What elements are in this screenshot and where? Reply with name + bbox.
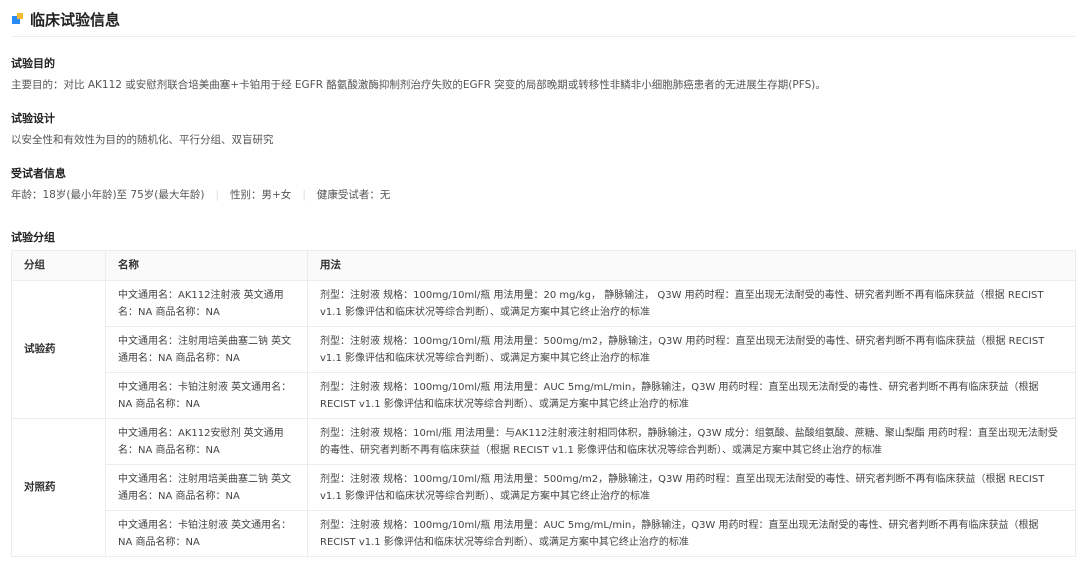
subject-healthy: 健康受试者：无 [316, 189, 391, 201]
drug-usage-cell: 剂型：注射液 规格：10ml/瓶 用法用量：与AK112注射液注射相同体积，静脉… [307, 418, 1076, 465]
subjects-info: 年龄：18岁(最小年龄)至 75岁(最大年龄) | 性别：男+女 | 健康受试者：无 [11, 187, 390, 202]
drug-usage-cell: 剂型：注射液 规格：100mg/10ml/瓶 用法用量：20 mg/kg， 静脉… [307, 280, 1076, 327]
column-header-name: 名称 [105, 250, 308, 281]
subject-age: 年龄：18岁(最小年龄)至 75岁(最大年龄) [11, 189, 205, 201]
table-header-row: 分组 名称 用法 [11, 250, 1076, 281]
info-separator: | [215, 189, 219, 201]
group-label-trial-drug: 试验药 [11, 280, 106, 419]
page-title: 临床试验信息 [30, 10, 121, 29]
table-row: 对照药 中文通用名：AK112安慰剂 英文通用名：NA 商品名称：NA 剂型：注… [11, 418, 1076, 557]
drug-name-cell: 中文通用名：卡铂注射液 英文通用名：NA 商品名称：NA [105, 372, 308, 419]
group-label-control-drug: 对照药 [11, 418, 106, 557]
objective-heading: 试验目的 [11, 57, 55, 70]
drug-name-cell: 中文通用名：AK112安慰剂 英文通用名：NA 商品名称：NA [105, 418, 308, 465]
drug-usage-cell: 剂型：注射液 规格：100mg/10ml/瓶 用法用量：AUC 5mg/mL/m… [307, 510, 1076, 557]
drug-name-cell: 中文通用名：卡铂注射液 英文通用名：NA 商品名称：NA [105, 510, 308, 557]
section-header: 临床试验信息 [12, 8, 120, 30]
info-separator: | [302, 189, 306, 201]
grouping-table: 分组 名称 用法 试验药 中文通用名：AK112注射液 英文通用名：NA 商品名… [11, 250, 1076, 557]
drug-usage-cell: 剂型：注射液 规格：100mg/10ml/瓶 用法用量：AUC 5mg/mL/m… [307, 372, 1076, 419]
column-header-group: 分组 [11, 250, 106, 281]
drug-usage-cell: 剂型：注射液 规格：100mg/10ml/瓶 用法用量：500mg/m2，静脉输… [307, 464, 1076, 511]
drug-name-cell: 中文通用名：注射用培美曲塞二钠 英文通用名：NA 商品名称：NA [105, 326, 308, 373]
column-header-usage: 用法 [307, 250, 1076, 281]
drug-name-cell: 中文通用名：注射用培美曲塞二钠 英文通用名：NA 商品名称：NA [105, 464, 308, 511]
table-row: 中文通用名：注射用培美曲塞二钠 英文通用名：NA 商品名称：NA 剂型：注射液 … [12, 326, 1076, 373]
drug-usage-cell: 剂型：注射液 规格：100mg/10ml/瓶 用法用量：500mg/m2，静脉输… [307, 326, 1076, 373]
table-row: 中文通用名：卡铂注射液 英文通用名：NA 商品名称：NA 剂型：注射液 规格：1… [12, 510, 1076, 557]
objective-text: 主要目的：对比 AK112 或安慰剂联合培美曲塞+卡铂用于经 EGFR 酪氨酸激… [11, 79, 826, 91]
header-divider [12, 36, 1075, 37]
grouping-heading: 试验分组 [11, 231, 55, 244]
table-row: 试验药 中文通用名：AK112注射液 英文通用名：NA 商品名称：NA 剂型：注… [11, 280, 1076, 419]
table-row: 中文通用名：卡铂注射液 英文通用名：NA 商品名称：NA 剂型：注射液 规格：1… [12, 372, 1076, 419]
drug-name-cell: 中文通用名：AK112注射液 英文通用名：NA 商品名称：NA [105, 280, 308, 327]
design-text: 以安全性和有效性为目的的随机化、平行分组、双盲研究 [11, 134, 274, 146]
section-marker-icon [12, 13, 24, 25]
table-row: 中文通用名：注射用培美曲塞二钠 英文通用名：NA 商品名称：NA 剂型：注射液 … [12, 464, 1076, 511]
subject-gender: 性别：男+女 [230, 189, 292, 201]
subjects-heading: 受试者信息 [11, 167, 66, 180]
design-heading: 试验设计 [11, 112, 55, 125]
